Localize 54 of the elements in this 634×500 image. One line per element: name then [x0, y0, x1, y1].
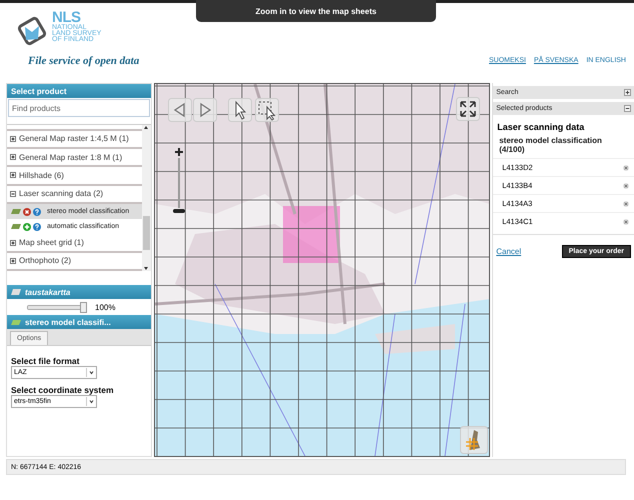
remove-icon[interactable] — [622, 200, 629, 206]
collapse-icon[interactable] — [10, 190, 16, 197]
expand-icon[interactable] — [10, 258, 16, 264]
field-label: Select coordinate system — [11, 385, 115, 395]
scroll-thumb[interactable] — [142, 216, 150, 250]
help-icon[interactable] — [33, 222, 41, 231]
layer-icon — [11, 289, 21, 295]
caret-icon[interactable] — [86, 397, 96, 406]
zoom-in-icon[interactable] — [174, 147, 184, 157]
field-label: Select file format — [11, 356, 80, 366]
category-label: General Map raster 1:4,5 M (1) — [19, 134, 129, 144]
zoom-slider-icon[interactable] — [176, 158, 181, 208]
expand-icon[interactable] — [10, 240, 16, 246]
collapse-icon[interactable] — [624, 105, 631, 112]
zoom-out-icon[interactable] — [172, 208, 185, 214]
category-label: General Map raster 1:8 M (1) — [19, 152, 122, 162]
category-label: Map sheet grid (1) — [19, 238, 84, 248]
logo-abbreviation: NLS — [52, 11, 80, 25]
panel-title: stereo model classifi... — [25, 318, 111, 326]
pointer-icon[interactable] — [228, 98, 252, 122]
scroll-down-icon[interactable] — [143, 266, 150, 271]
category-label: Hillshade (6) — [19, 170, 64, 180]
slider-thumb[interactable] — [80, 302, 87, 312]
panel-header: Select product — [7, 84, 151, 98]
cancel-link[interactable]: Cancel — [496, 247, 522, 256]
category-label: Orthophoto (2) — [19, 256, 72, 266]
map-tooltip: Zoom in to view the map sheets — [196, 0, 436, 22]
remove-icon[interactable] — [23, 208, 31, 216]
scrollbar[interactable] — [142, 125, 151, 271]
expand-icon[interactable] — [10, 136, 16, 142]
opacity-slider[interactable] — [27, 302, 87, 312]
remove-icon[interactable] — [622, 182, 629, 188]
expand-icon[interactable] — [10, 154, 16, 160]
fullscreen-icon[interactable] — [456, 97, 480, 121]
back-icon[interactable] — [168, 98, 192, 122]
add-icon[interactable] — [23, 222, 31, 231]
help-icon[interactable] — [33, 208, 41, 216]
overview-map-icon[interactable] — [460, 426, 488, 454]
product-title: stereo model classification (4/100) — [498, 135, 603, 156]
expand-icon[interactable] — [624, 89, 631, 96]
remove-icon[interactable] — [622, 164, 629, 170]
caret-icon[interactable] — [86, 368, 96, 377]
forward-icon[interactable] — [192, 98, 217, 122]
opacity-value: 100% — [95, 302, 116, 312]
layer-icon — [11, 320, 21, 324]
box-select-icon[interactable] — [254, 98, 279, 122]
category-label: Laser scanning data (2) — [19, 189, 104, 198]
remove-icon[interactable] — [622, 218, 629, 224]
site-subtitle: File service of open data — [28, 55, 140, 67]
dataset-title: Laser scanning data — [496, 121, 586, 134]
scroll-up-icon[interactable] — [143, 125, 150, 130]
search-field[interactable]: Find products — [8, 99, 150, 117]
layer-title: taustakartta — [25, 288, 70, 296]
expand-icon[interactable] — [10, 172, 16, 178]
